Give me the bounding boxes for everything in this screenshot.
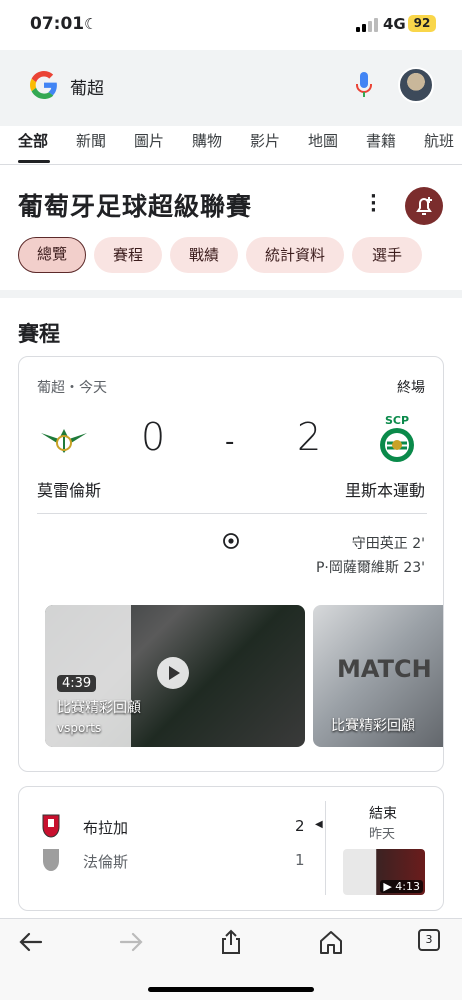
- search-input[interactable]: 葡超: [70, 74, 104, 99]
- match-card[interactable]: 布拉加 2 ◀ 法倫斯 1 結束 昨天 ▶ 4:13: [18, 786, 444, 911]
- more-options-icon[interactable]: · · ·: [370, 188, 377, 220]
- moreirense-crest-icon: [41, 429, 87, 453]
- match-date: 昨天: [369, 827, 396, 842]
- match-status: 結束: [369, 806, 397, 822]
- scorer-line: 守田英正 2': [351, 536, 425, 552]
- status-time: 07:01: [30, 14, 85, 34]
- divider: [37, 513, 427, 514]
- team-name: 布拉加: [83, 819, 129, 837]
- section-title: 賽程: [18, 322, 60, 346]
- league-date: 葡超・今天: [37, 380, 107, 396]
- away-team-name[interactable]: 里斯本運動: [345, 477, 425, 501]
- active-tab-indicator: [18, 160, 50, 163]
- chip-standings[interactable]: 戰績: [170, 237, 238, 273]
- braga-crest-icon: [42, 814, 60, 838]
- scorer-line: P·岡薩爾維斯 23': [315, 560, 425, 576]
- share-icon[interactable]: [218, 929, 244, 955]
- moon-icon: ☾: [84, 15, 98, 33]
- schedule-section: 賽程 葡超・今天 終場 0 - 2 SCP 莫雷倫斯 里斯本運動 守田英正 2'…: [0, 298, 462, 918]
- signal-icon: [356, 18, 378, 32]
- team-name: 法倫斯: [83, 853, 129, 871]
- browser-toolbar: 3: [0, 918, 462, 1000]
- match-status: 終場: [397, 380, 425, 396]
- tab-videos[interactable]: 影片: [250, 130, 280, 151]
- chip-overview[interactable]: 總覽: [18, 237, 86, 273]
- page-title: 葡萄牙足球超級聯賽: [18, 192, 253, 221]
- divider: [325, 801, 326, 895]
- tab-books[interactable]: 書籍: [366, 130, 396, 151]
- chip-players[interactable]: 選手: [352, 237, 422, 273]
- google-logo-icon: [30, 71, 57, 99]
- soccer-ball-icon: [223, 533, 239, 549]
- tab-all[interactable]: 全部: [18, 130, 48, 151]
- highlight-video-card[interactable]: MATCH 比賽精彩回顧: [313, 605, 443, 747]
- chip-schedule[interactable]: 賽程: [94, 237, 162, 273]
- play-icon[interactable]: [157, 657, 189, 689]
- team-score: 1: [295, 851, 305, 869]
- video-thumbnail[interactable]: ▶ 4:13: [343, 849, 425, 895]
- account-avatar[interactable]: [398, 67, 434, 103]
- video-title: 比賽精彩回顧: [331, 718, 415, 734]
- league-header: 葡萄牙足球超級聯賽 · · · 總覽 賽程 戰績 統計資料 選手: [0, 165, 462, 290]
- tab-maps[interactable]: 地圖: [308, 130, 338, 151]
- tab-news[interactable]: 新聞: [76, 130, 106, 151]
- search-tabs: 全部 新聞 圖片 購物 影片 地圖 書籍 航班: [0, 126, 462, 164]
- video-title: 比賽精彩回顧: [57, 700, 141, 716]
- bell-add-icon: [416, 197, 432, 215]
- tab-shopping[interactable]: 購物: [192, 130, 222, 151]
- notification-button[interactable]: [405, 187, 443, 225]
- tab-flights[interactable]: 航班: [424, 130, 454, 151]
- tab-count-button[interactable]: 3: [418, 929, 440, 951]
- match-card[interactable]: 葡超・今天 終場 0 - 2 SCP 莫雷倫斯 里斯本運動 守田英正 2' P·…: [18, 356, 444, 772]
- search-bar[interactable]: 葡超: [14, 57, 448, 113]
- video-duration: ▶ 4:13: [380, 880, 423, 893]
- highlight-video-card[interactable]: 4:39 比賽精彩回顧 vsports: [45, 605, 305, 747]
- tab-images[interactable]: 圖片: [134, 130, 164, 151]
- svg-text:SCP: SCP: [385, 414, 409, 427]
- microphone-icon[interactable]: [354, 71, 374, 99]
- forward-arrow-icon[interactable]: [118, 929, 144, 955]
- network-label: 4G: [383, 15, 406, 33]
- video-duration-value: 4:13: [395, 880, 420, 893]
- home-team-name[interactable]: 莫雷倫斯: [37, 477, 101, 501]
- status-bar: 07:01 ☾ 4G 92: [0, 0, 462, 50]
- video-duration: 4:39: [57, 675, 97, 692]
- team-score: 2: [295, 817, 305, 835]
- back-arrow-icon[interactable]: [18, 929, 44, 955]
- battery-indicator: 92: [408, 15, 436, 32]
- home-score: 0: [141, 415, 166, 459]
- video-source: vsports: [57, 721, 102, 735]
- video-thumbnail-text: MATCH: [337, 655, 432, 683]
- score-separator: -: [225, 427, 235, 457]
- chip-stats[interactable]: 統計資料: [246, 237, 344, 273]
- winner-arrow-icon: ◀: [315, 819, 323, 830]
- home-indicator: [148, 987, 314, 992]
- away-score: 2: [297, 415, 322, 459]
- farense-crest-icon: [43, 849, 59, 871]
- sporting-crest-icon: SCP: [380, 414, 414, 462]
- home-icon[interactable]: [318, 929, 344, 955]
